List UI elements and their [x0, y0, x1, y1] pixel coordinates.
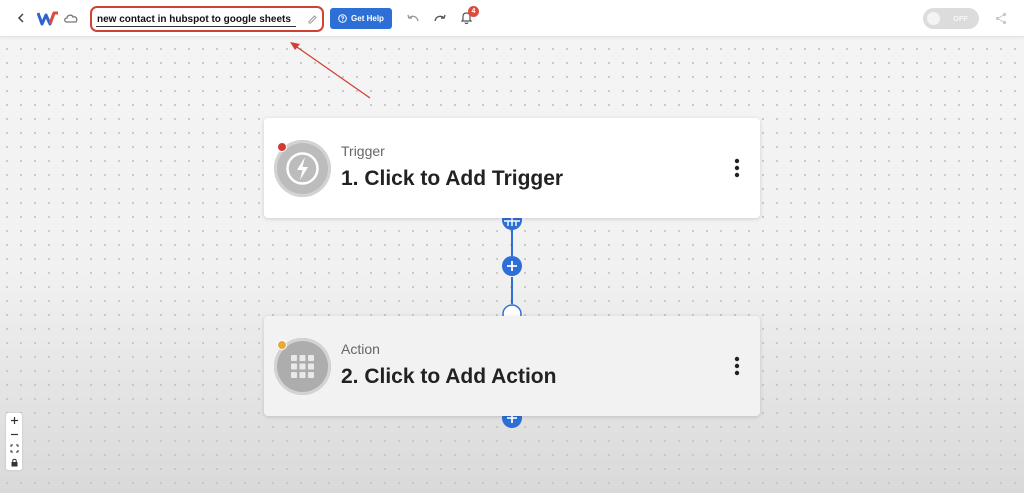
action-label: Action [341, 341, 380, 357]
canvas-zoom-controls [6, 413, 22, 470]
zoom-in-button[interactable] [6, 414, 22, 427]
add-step-node[interactable] [502, 256, 522, 276]
zoom-out-icon [10, 433, 18, 436]
action-card[interactable]: Action 2. Click to Add Action [264, 316, 760, 416]
trigger-card[interactable]: Trigger 1. Click to Add Trigger [264, 118, 760, 218]
lock-canvas-button[interactable] [6, 456, 22, 469]
zoom-in-icon [10, 417, 18, 424]
lock-icon [11, 458, 17, 467]
fit-view-icon [10, 444, 18, 453]
fit-view-button[interactable] [6, 442, 22, 455]
zoom-out-button[interactable] [6, 428, 22, 441]
action-title: 2. Click to Add Action [341, 365, 557, 388]
action-status-dot [277, 340, 287, 350]
trigger-title: 1. Click to Add Trigger [341, 167, 564, 190]
more-options-icon[interactable] [730, 157, 744, 179]
more-options-icon[interactable] [730, 355, 744, 377]
workflow-connector [502, 210, 522, 428]
trigger-status-dot [277, 142, 287, 152]
trigger-label: Trigger [341, 143, 385, 159]
